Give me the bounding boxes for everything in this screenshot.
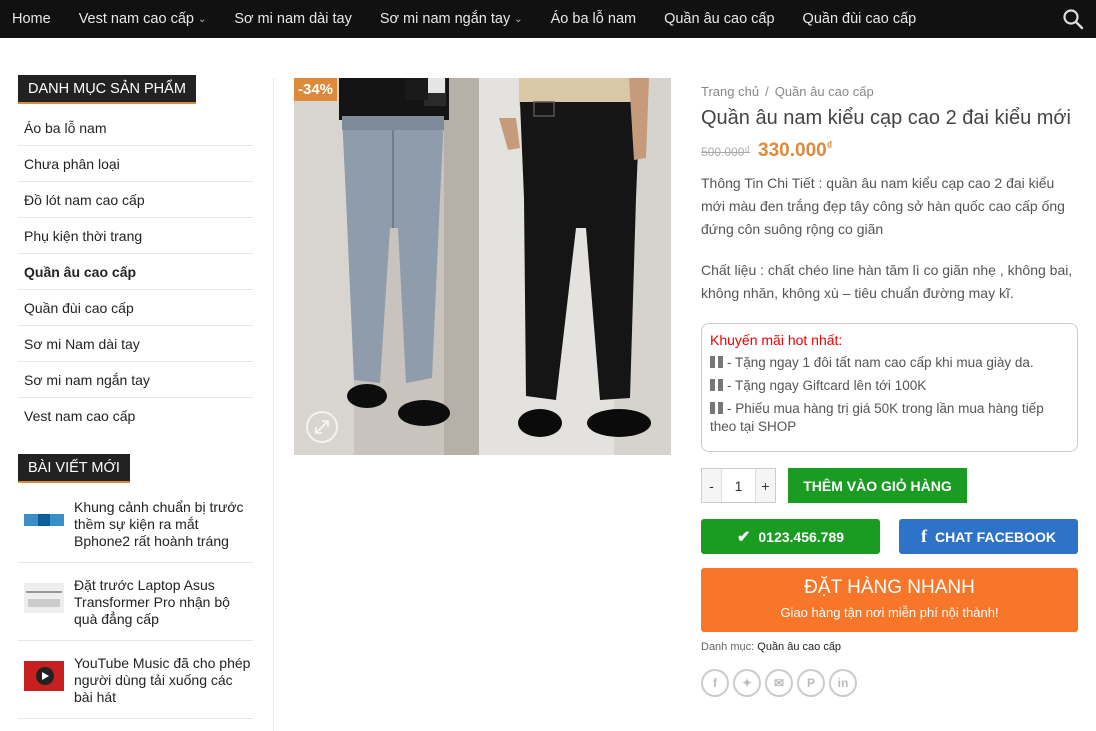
gift-icon [710,402,723,414]
category-item[interactable]: Sơ mi nam ngắn tay [18,362,253,398]
sale-price-value: 330.000 [758,140,827,161]
currency-symbol: ₫ [744,145,751,157]
sidebar: DANH MỤC SẢN PHẨM Áo ba lỗ nam Chưa phân… [18,75,253,729]
product-photo [294,78,671,455]
category-item[interactable]: Sơ mi Nam dài tay [18,326,253,362]
nav-label: Quần âu cao cấp [664,11,775,27]
share-icons: f ✦ ✉ P in [701,669,1078,697]
product-title: Quần âu nam kiểu cạp cao 2 đai kiểu mới [701,107,1071,129]
quick-order-label: ĐẶT HÀNG NHANH [804,577,975,598]
nav-item-quan-au[interactable]: Quần âu cao cấp [650,0,788,38]
nav-item-somi-dai-tay[interactable]: Sơ mi nam dài tay [220,0,366,38]
chevron-down-icon: ⌄ [514,13,523,25]
quantity-plus-button[interactable]: + [756,469,775,502]
nav-label: Sơ mi nam ngắn tay [379,11,511,27]
cart-row: - 1 + THÊM VÀO GIỎ HÀNG [701,468,1078,503]
nav-label: Sơ mi nam dài tay [234,11,352,27]
promo-line: - Tặng ngay Giftcard lên tới 100K [710,377,1069,395]
product-price: 500.000₫ 330.000₫ [701,140,1078,162]
add-to-cart-button[interactable]: THÊM VÀO GIỎ HÀNG [788,468,967,503]
category-label: Danh mục: [701,641,755,653]
category-item[interactable]: Vest nam cao cấp [18,398,253,434]
post-item[interactable]: YouTube Music đã cho phép người dùng tải… [18,651,253,719]
old-price: 500.000₫ [701,145,750,159]
breadcrumb-home[interactable]: Trang chủ [701,84,759,99]
category-item[interactable]: Quần đùi cao cấp [18,290,253,326]
category-list: Áo ba lỗ nam Chưa phân loại Đồ lót nam c… [18,110,253,434]
promo-text: - Tặng ngay Giftcard lên tới 100K [727,378,927,393]
quick-order-subtitle: Giao hàng tận nơi miễn phí nội thành! [780,605,999,620]
promo-box: Khuyến mãi hot nhất: - Tặng ngay 1 đôi t… [701,323,1078,452]
discount-badge: -34% [294,78,338,101]
old-price-value: 500.000 [701,145,745,159]
email-icon[interactable]: ✉ [765,669,793,697]
sidebar-divider [273,78,274,731]
gift-icon [710,379,723,391]
category-link[interactable]: Quần âu cao cấp [757,641,841,653]
quantity-input[interactable]: 1 [721,469,756,502]
nav-label: Áo ba lỗ nam [550,11,637,27]
nav-item-somi-ngan-tay[interactable]: Sơ mi nam ngắn tay ⌄ [366,0,537,38]
post-thumbnail[interactable] [24,583,64,613]
post-title[interactable]: Khung cảnh chuẩn bị trước thềm sự kiện r… [74,499,253,550]
check-icon: ✔ [736,528,751,546]
facebook-icon[interactable]: f [701,669,729,697]
category-item[interactable]: Áo ba lỗ nam [18,110,253,146]
product-details: Trang chủ / Quần âu cao cấp Quần âu nam ki… [701,84,1078,697]
product-material: Chất liệu : chất chéo line hàn tăm lì co… [701,262,1073,301]
top-navbar: Home Vest nam cao cấp ⌄ Sơ mi nam dài tay… [0,0,1096,38]
sale-price: 330.000₫ [758,140,832,162]
chevron-down-icon: ⌄ [197,13,207,25]
contact-row: ✔ 0123.456.789 f CHAT FACEBOOK [701,519,1078,554]
post-thumbnail[interactable] [24,661,64,691]
post-title[interactable]: YouTube Music đã cho phép người dùng tải… [74,655,253,706]
facebook-label: CHAT FACEBOOK [934,528,1057,545]
category-item[interactable]: Đồ lót nam cao cấp [18,182,253,218]
quick-order-button[interactable]: ĐẶT HÀNG NHANH Giao hàng tận nơi miễn ph… [701,568,1078,632]
promo-line: - Phiếu mua hàng trị giá 50K trong lần m… [710,400,1069,436]
post-title[interactable]: Đặt trước Laptop Asus Transformer Pro nh… [74,577,253,628]
nav-item-quan-dui[interactable]: Quần đùi cao cấp [789,0,931,38]
breadcrumb-category[interactable]: Quần âu cao cấp [775,84,874,99]
promo-line: - Tặng ngay 1 đôi tất nam cao cấp khi mu… [710,354,1069,372]
nav-label: Vest nam cao cấp [78,11,194,27]
post-item[interactable]: Khung cảnh chuẩn bị trước thềm sự kiện r… [18,495,253,563]
gift-icon [710,356,723,368]
category-item-active[interactable]: Quần âu cao cấp [18,254,253,290]
pinterest-icon[interactable]: P [797,669,825,697]
promo-text: - Tặng ngay 1 đôi tất nam cao cấp khi mu… [727,355,1034,370]
product-description: Thông Tin Chi Tiết : quần âu nam kiểu cạ… [701,175,1065,237]
quantity-stepper: - 1 + [701,468,776,503]
product-category-line: Danh mục: Quần âu cao cấp [701,641,1078,653]
breadcrumb-separator: / [765,84,769,99]
expand-icon[interactable] [306,411,338,443]
nav-item-vest[interactable]: Vest nam cao cấp ⌄ [65,0,221,38]
post-thumbnail[interactable] [24,505,64,535]
quantity-minus-button[interactable]: - [702,469,721,502]
promo-text: - Phiếu mua hàng trị giá 50K trong lần m… [710,401,1044,434]
category-item[interactable]: Phụ kiện thời trang [18,218,253,254]
product-image[interactable]: -34% [294,78,671,455]
search-icon[interactable] [1062,8,1084,30]
linkedin-icon[interactable]: in [829,669,857,697]
nav-label: Quần đùi cao cấp [802,11,917,27]
phone-button[interactable]: ✔ 0123.456.789 [701,519,880,554]
nav-item-ao-ba-lo[interactable]: Áo ba lỗ nam [537,0,650,38]
categories-widget-title: DANH MỤC SẢN PHẨM [18,75,196,104]
posts-widget-title: BÀI VIẾT MỚI [18,454,130,483]
facebook-chat-button[interactable]: f CHAT FACEBOOK [899,519,1078,554]
post-item[interactable]: Đặt trước Laptop Asus Transformer Pro nh… [18,573,253,641]
category-item[interactable]: Chưa phân loại [18,146,253,182]
nav-item-home[interactable]: Home [0,0,65,38]
recent-posts-list: Khung cảnh chuẩn bị trước thềm sự kiện r… [18,495,253,719]
twitter-icon[interactable]: ✦ [733,669,761,697]
phone-label: 0123.456.789 [758,528,845,545]
nav-label: Home [12,11,51,27]
facebook-icon: f [920,526,927,546]
breadcrumb: Trang chủ / Quần âu cao cấp [701,84,1078,99]
promo-title: Khuyến mãi hot nhất: [710,332,843,348]
currency-symbol: ₫ [826,140,833,152]
